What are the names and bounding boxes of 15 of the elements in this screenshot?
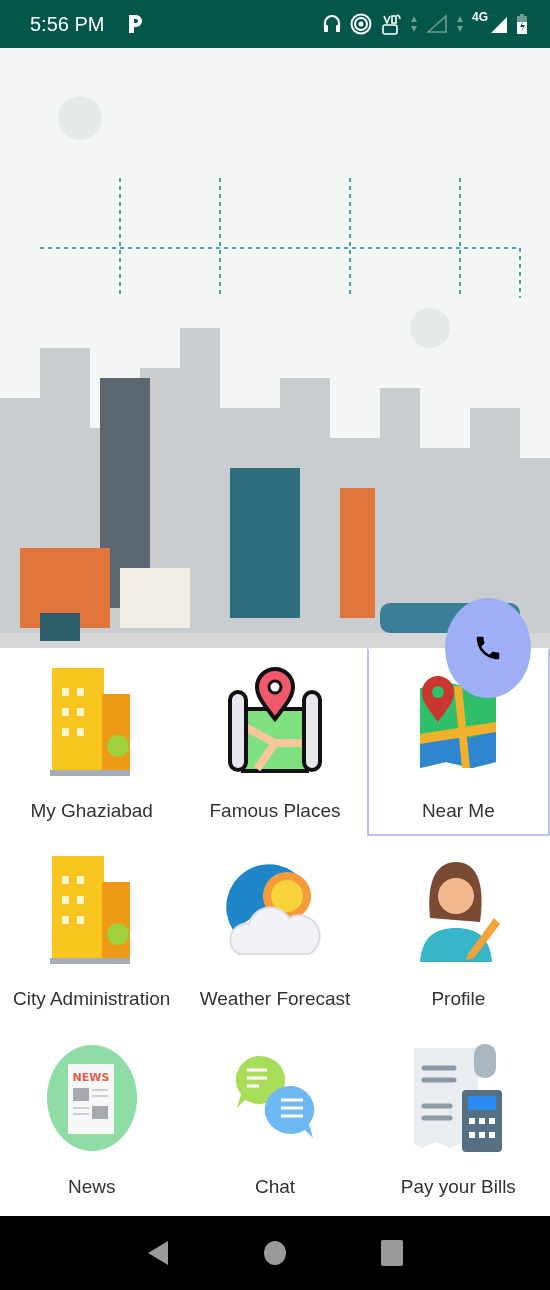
home-icon[interactable] (263, 1240, 287, 1266)
data-arrows-icon (410, 14, 418, 34)
signal-icon (426, 14, 448, 34)
recents-icon[interactable] (379, 1239, 404, 1267)
battery-icon (516, 13, 528, 35)
app-notification-icon (126, 13, 145, 35)
bill-calculator-icon (412, 1044, 505, 1152)
status-time: 5:56 PM (30, 12, 105, 36)
data-arrows-icon (456, 14, 464, 34)
headset-icon (322, 13, 342, 35)
volte-icon (380, 12, 402, 36)
back-icon[interactable] (146, 1239, 171, 1267)
network-type: 4G (472, 10, 488, 24)
newspaper-icon: NEWS (45, 1044, 138, 1152)
hotspot-icon (350, 13, 372, 35)
